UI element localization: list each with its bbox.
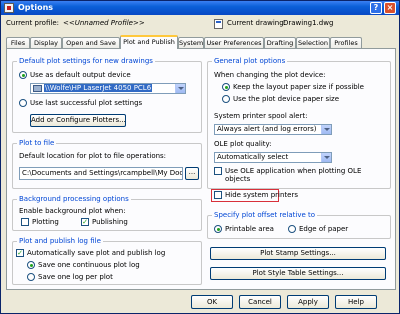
edge-of-paper-label: Edge of paper — [299, 225, 349, 233]
tab-user-preferences[interactable]: User Preferences — [204, 37, 264, 48]
default-plot-group-title: Default plot settings for new drawings — [17, 57, 155, 66]
plot-to-file-group: Plot to file Default location for plot t… — [12, 139, 202, 189]
chevron-down-icon[interactable] — [321, 153, 331, 162]
default-location-label: Default location for plot to file operat… — [19, 152, 167, 160]
log-per-plot-label: Save one log per plot — [38, 273, 113, 281]
add-configure-plotters-button[interactable]: Add or Configure Plotters... — [30, 114, 126, 127]
continuous-log-label: Save one continuous plot log — [38, 261, 140, 269]
chevron-down-icon[interactable] — [175, 84, 185, 93]
drawing-icon — [214, 19, 223, 29]
edge-of-paper-radio[interactable] — [288, 225, 296, 233]
background-processing-group: Background processing options Enable bac… — [12, 195, 202, 231]
tab-strip: Files Display Open and Save Plot and Pub… — [6, 35, 396, 49]
ole-quality-label: OLE plot quality: — [214, 140, 272, 148]
help-title-button[interactable]: ? — [370, 2, 382, 14]
tab-system[interactable]: System — [178, 37, 204, 48]
app-icon — [4, 3, 14, 13]
auto-save-log-label: Automatically save plot and publish log — [27, 249, 166, 257]
plotting-checkbox[interactable] — [21, 218, 29, 226]
tab-content-panel: Default plot settings for new drawings U… — [6, 48, 396, 290]
tab-plot-and-publish[interactable]: Plot and Publish — [120, 35, 178, 49]
printable-area-radio[interactable] — [214, 225, 222, 233]
title-bar[interactable]: Options ? × — [1, 1, 399, 15]
default-plot-group: Default plot settings for new drawings U… — [12, 57, 202, 133]
printable-area-label: Printable area — [225, 225, 274, 233]
tab-profiles[interactable]: Profiles — [330, 37, 362, 48]
apply-button[interactable]: Apply — [287, 295, 329, 309]
plot-stamp-settings-button[interactable]: Plot Stamp Settings... — [210, 247, 386, 260]
hide-system-printers-checkbox[interactable] — [214, 191, 222, 199]
current-drawing-label: Current drawing: — [227, 19, 287, 27]
use-default-device-label: Use as default output device — [30, 71, 131, 79]
tab-display[interactable]: Display — [30, 37, 62, 48]
cancel-button[interactable]: Cancel — [239, 295, 281, 309]
keep-layout-size-label: Keep the layout paper size if possible — [233, 83, 364, 91]
ole-quality-select[interactable]: Automatically select — [214, 152, 332, 163]
when-changing-label: When changing the plot device: — [214, 71, 326, 79]
output-device-select[interactable]: \\Wolfe\HP LaserJet 4050 PCL6 — [30, 83, 186, 94]
publishing-label: Publishing — [92, 218, 128, 226]
plot-file-location-input[interactable]: C:\Documents and Settings\rcampbell\My D… — [19, 167, 183, 180]
tab-drafting[interactable]: Drafting — [264, 37, 296, 48]
current-profile-label: Current profile: — [6, 19, 59, 27]
plotting-label: Plotting — [32, 218, 59, 226]
browse-location-button[interactable]: ... — [185, 167, 199, 180]
use-device-size-radio[interactable] — [222, 95, 230, 103]
general-plot-options-group: General plot options When changing the p… — [207, 57, 391, 189]
log-per-plot-radio[interactable] — [27, 273, 35, 281]
use-ole-label: Use OLE application when plotting OLE ob… — [225, 167, 362, 183]
close-button[interactable]: × — [384, 2, 396, 14]
ole-quality-value: Automatically select — [217, 153, 289, 161]
general-plot-options-group-title: General plot options — [212, 57, 288, 66]
chevron-down-icon[interactable] — [321, 125, 331, 134]
auto-save-log-checkbox[interactable]: ✓ — [16, 249, 24, 257]
tab-open-and-save[interactable]: Open and Save — [62, 37, 120, 48]
tab-selection[interactable]: Selection — [296, 37, 330, 48]
continuous-log-radio[interactable] — [27, 261, 35, 269]
spool-alert-select[interactable]: Always alert (and log errors) — [214, 124, 332, 135]
current-drawing-value: Drawing1.dwg — [283, 19, 334, 27]
help-button[interactable]: Help — [335, 295, 377, 309]
plot-offset-group: Specify plot offset relative to Printabl… — [207, 211, 391, 239]
plot-style-table-settings-button[interactable]: Plot Style Table Settings... — [210, 267, 386, 280]
output-device-value: \\Wolfe\HP LaserJet 4050 PCL6 — [44, 84, 153, 92]
use-last-settings-label: Use last successful plot settings — [30, 99, 143, 107]
spool-alert-label: System printer spool alert: — [214, 112, 308, 120]
hide-system-printers-label: Hide system printers — [225, 191, 298, 199]
use-default-device-radio[interactable] — [19, 71, 27, 79]
use-device-size-label: Use the plot device paper size — [233, 95, 340, 103]
printer-icon — [33, 84, 42, 92]
log-file-group: Plot and publish log file ✓ Automaticall… — [12, 237, 202, 285]
window-title: Options — [18, 3, 54, 12]
plot-offset-group-title: Specify plot offset relative to — [212, 211, 318, 220]
spool-alert-value: Always alert (and log errors) — [217, 125, 317, 133]
publishing-checkbox[interactable]: ✓ — [81, 218, 89, 226]
use-ole-checkbox[interactable] — [214, 167, 222, 175]
ok-button[interactable]: OK — [191, 295, 233, 309]
options-dialog: Options ? × Current profile: <<Unnamed P… — [0, 0, 400, 314]
log-file-group-title: Plot and publish log file — [17, 237, 103, 246]
use-last-settings-radio[interactable] — [19, 99, 27, 107]
plot-to-file-group-title: Plot to file — [17, 139, 57, 148]
enable-background-label: Enable background plot when: — [19, 207, 126, 215]
tab-files[interactable]: Files — [6, 37, 30, 48]
keep-layout-size-radio[interactable] — [222, 83, 230, 91]
background-processing-group-title: Background processing options — [17, 195, 131, 204]
current-profile-value: <<Unnamed Profile>> — [63, 19, 145, 27]
